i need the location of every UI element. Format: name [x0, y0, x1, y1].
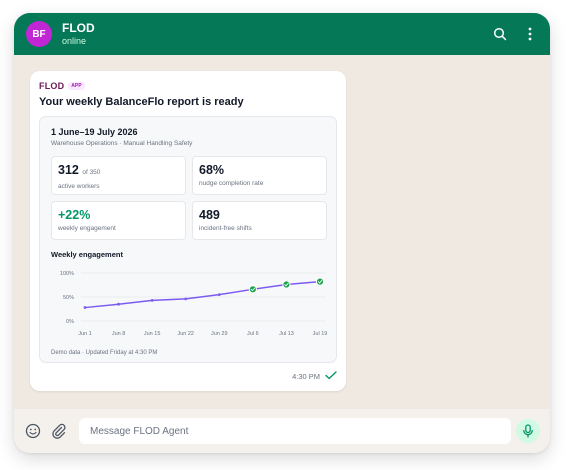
chart-point [150, 298, 154, 302]
stat-value: 312 of 350 [58, 163, 179, 180]
stat-label: weekly engagement [58, 225, 116, 232]
chart-y-tick-label: 100% [60, 271, 74, 277]
report-subtitle: Warehouse Operations · Manual Handling S… [51, 140, 193, 147]
chart-milestone-point [248, 285, 257, 294]
stat-number: 312 [58, 163, 79, 177]
double-check-icon [325, 367, 337, 385]
contact-status: online [62, 36, 87, 46]
stat-value: +22% [58, 208, 91, 222]
avatar[interactable]: BF [26, 21, 52, 47]
stat-value: 68% [199, 163, 225, 177]
search-icon[interactable] [492, 26, 508, 42]
chart-x-tick-label: Jul 6 [247, 331, 259, 337]
microphone-button[interactable] [516, 419, 540, 443]
header-actions [492, 26, 538, 42]
microphone-icon [523, 424, 533, 438]
stat-label: nudge completion rate [199, 180, 264, 187]
message-meta: 4:30 PM [292, 367, 337, 385]
app-badge: APP [68, 82, 85, 90]
chart-point [217, 293, 221, 296]
sender-name: FLOD [39, 81, 65, 91]
message-title: Your weekly BalanceFlo report is ready [39, 96, 244, 108]
chart-x-tick-label: Jun 15 [144, 331, 161, 337]
stat-suffix: of 350 [82, 169, 101, 176]
chart-x-tick-label: Jun 1 [78, 331, 91, 337]
chart-x-tick-label: Jul 13 [279, 331, 294, 337]
chart-y-tick-label: 0% [66, 319, 74, 325]
engagement-chart: 100% 50% 0% Jun 1 Jun 8 Jun 15 Jun 22 Jun 29 Jul… [60, 271, 328, 337]
chat-window: BF FLOD online FLOD APP Your weekly Bala… [14, 13, 550, 453]
stat-value: 489 [199, 208, 220, 222]
report-card: 1 June–19 July 2026 Warehouse Operations… [39, 116, 337, 363]
composer [14, 409, 550, 453]
chart-title: Weekly engagement [51, 250, 123, 259]
chart-point [83, 306, 87, 309]
message-bubble: FLOD APP Your weekly BalanceFlo report i… [30, 71, 346, 391]
message-time: 4:30 PM [292, 371, 320, 381]
emoji-icon[interactable] [25, 423, 41, 439]
chart-point [117, 302, 120, 306]
stats-grid: 312 of 350 active workers 68% nudge comp… [51, 156, 327, 240]
stat-card-active-workers: 312 of 350 active workers [51, 156, 186, 195]
more-vertical-icon[interactable] [522, 26, 538, 42]
chart-x-tick-label: Jun 29 [211, 331, 228, 337]
contact-name: FLOD [62, 21, 95, 35]
stat-label: incident-free shifts [199, 225, 252, 232]
contact-info[interactable]: FLOD online [62, 21, 95, 47]
stat-card-nudge-completion: 68% nudge completion rate [192, 156, 327, 195]
chart-x-tick-label: Jul 19 [313, 331, 328, 337]
stat-card-weekly-engagement: +22% weekly engagement [51, 201, 186, 240]
stat-label: active workers [58, 183, 100, 190]
chat-header: BF FLOD online [14, 13, 550, 55]
chart-point [184, 297, 188, 301]
message-input[interactable] [79, 418, 511, 444]
paperclip-icon[interactable] [51, 423, 67, 439]
chart-y-tick-label: 50% [63, 295, 74, 301]
message-list: FLOD APP Your weekly BalanceFlo report i… [14, 55, 550, 409]
sender-row: FLOD APP [39, 81, 337, 91]
chart-milestone-point [315, 277, 325, 286]
report-footnote: Demo data · Updated Friday at 4:30 PM [51, 350, 158, 356]
chart-milestone-point [282, 280, 291, 289]
chart-x-tick-label: Jun 22 [177, 331, 194, 337]
stat-card-incident-free: 489 incident-free shifts [192, 201, 327, 240]
report-period: 1 June–19 July 2026 [51, 127, 138, 137]
chart-x-tick-label: Jun 8 [112, 331, 125, 337]
